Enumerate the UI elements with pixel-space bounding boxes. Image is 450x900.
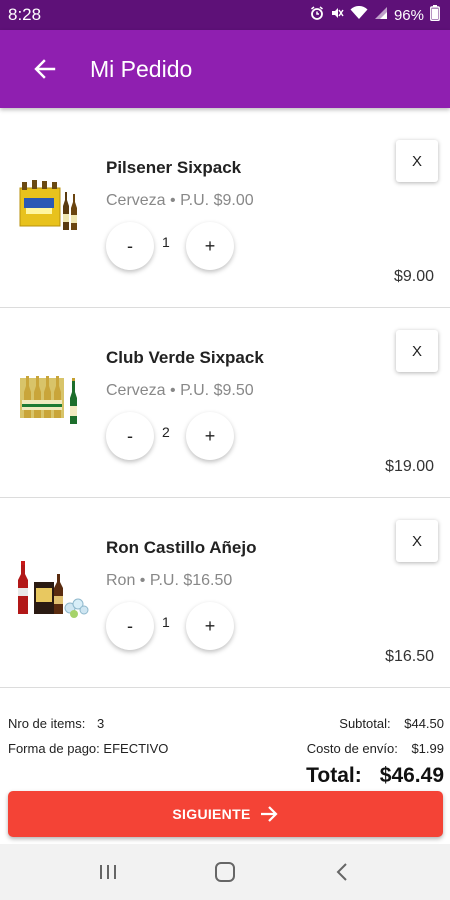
remove-item-button[interactable]: X (396, 140, 438, 182)
line-total: $19.00 (385, 458, 434, 475)
decrease-quantity-button[interactable]: - (106, 412, 154, 460)
alarm-icon (310, 6, 324, 24)
quantity-value: 1 (162, 614, 170, 630)
shipping-cost-label: Costo de envío: (306, 741, 398, 756)
signal-icon (374, 6, 388, 24)
subtotal-label: Subtotal: (339, 716, 391, 731)
total-value: $46.49 (379, 764, 444, 787)
wifi-icon (350, 5, 368, 24)
increase-quantity-button[interactable]: + (186, 412, 234, 460)
payment-method-row: Forma de pago: EFECTIVO (8, 741, 168, 756)
quantity-value: 1 (162, 234, 170, 250)
recent-apps-button[interactable] (88, 852, 128, 892)
mute-icon (330, 6, 344, 24)
recent-apps-icon (100, 865, 117, 879)
remove-item-button[interactable]: X (396, 330, 438, 372)
beer-sixpack-yellow-image (14, 178, 90, 240)
increase-quantity-button[interactable]: + (186, 602, 234, 650)
product-meta: Cerveza • P.U. $9.50 (106, 382, 254, 399)
product-name: Pilsener Sixpack (106, 158, 242, 177)
app-bar: Mi Pedido (0, 30, 450, 108)
status-icons: 96% (310, 5, 440, 25)
total-row: Total: $46.49 (306, 764, 444, 788)
page-title: Mi Pedido (90, 55, 193, 82)
system-nav-bar (0, 844, 450, 900)
product-meta: Ron • P.U. $16.50 (106, 572, 233, 589)
arrow-back-icon (34, 59, 56, 79)
remove-item-button[interactable]: X (396, 520, 438, 562)
items-count-value: 3 (96, 716, 105, 731)
payment-method-value: EFECTIVO (103, 741, 169, 756)
next-button-label: SIGUIENTE (172, 806, 251, 822)
order-item: Ron Castillo Añejo Ron • P.U. $16.50 - 1… (0, 498, 450, 688)
product-name: Ron Castillo Añejo (106, 538, 257, 557)
next-button[interactable]: SIGUIENTE (8, 791, 443, 837)
subtotal-row: Subtotal: $44.50 (339, 716, 444, 731)
order-summary: Nro de items: 3 Forma de pago: EFECTIVO … (0, 706, 450, 790)
status-bar: 8:28 96% (0, 0, 450, 30)
rum-combo-image (14, 558, 90, 620)
system-back-button[interactable] (322, 852, 362, 892)
shipping-cost-value: $1.99 (411, 741, 444, 756)
shipping-cost-row: Costo de envío: $1.99 (307, 741, 444, 756)
product-name: Club Verde Sixpack (106, 348, 264, 367)
order-item: Pilsener Sixpack Cerveza • P.U. $9.00 - … (0, 118, 450, 308)
subtotal-value: $44.50 (404, 716, 444, 731)
battery-icon (430, 5, 440, 25)
product-meta: Cerveza • P.U. $9.00 (106, 192, 254, 209)
order-item: Club Verde Sixpack Cerveza • P.U. $9.50 … (0, 308, 450, 498)
status-time: 8:28 (8, 5, 42, 24)
back-chevron-icon (336, 863, 347, 881)
home-icon (214, 862, 235, 882)
back-button[interactable] (30, 54, 60, 84)
line-total: $16.50 (385, 648, 434, 665)
payment-method-label: Forma de pago: (8, 741, 100, 756)
home-button[interactable] (205, 852, 245, 892)
decrease-quantity-button[interactable]: - (106, 222, 154, 270)
decrease-quantity-button[interactable]: - (106, 602, 154, 650)
increase-quantity-button[interactable]: + (186, 222, 234, 270)
order-list: Pilsener Sixpack Cerveza • P.U. $9.00 - … (0, 118, 450, 688)
arrow-forward-icon (260, 806, 278, 822)
total-label: Total: (306, 764, 362, 787)
beer-sixpack-green-image (14, 368, 90, 430)
quantity-value: 2 (162, 424, 170, 440)
line-total: $9.00 (393, 268, 434, 285)
items-count-row: Nro de items: 3 (8, 716, 104, 731)
battery-level: 96% (393, 6, 424, 24)
items-count-label: Nro de items: (8, 716, 86, 731)
